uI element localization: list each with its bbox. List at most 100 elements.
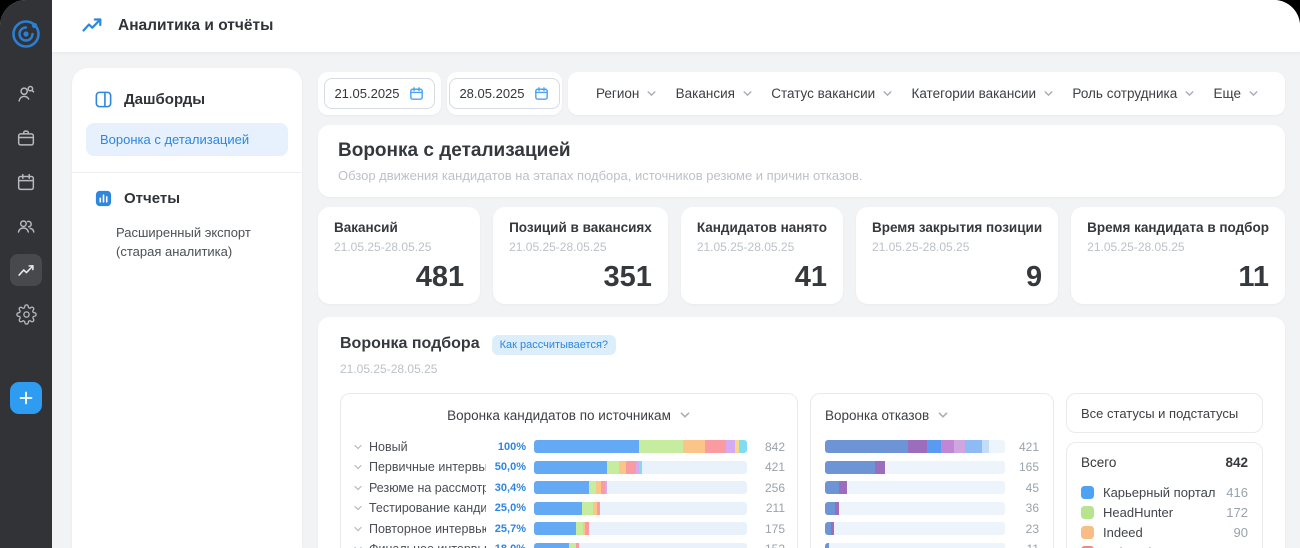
statuses-select[interactable]: Все статусы и подстатусы	[1066, 393, 1263, 433]
funnel-bar-segment	[576, 522, 584, 535]
funnel-bar-segment	[982, 440, 989, 453]
funnel-stage-count: 421	[1013, 440, 1039, 454]
funnel-stage-label: Резюме на рассмотрении	[369, 481, 486, 495]
source-legend-item: Карьерный портал416	[1081, 482, 1248, 502]
sidebar-item-calendar[interactable]	[10, 166, 42, 198]
source-legend-item: Indeed90	[1081, 522, 1248, 542]
funnel-row: 23	[825, 522, 1039, 535]
funnel-stage-count: 211	[755, 501, 785, 515]
funnel-bar-segment	[605, 481, 607, 494]
source-label: HeadHunter	[1103, 505, 1226, 520]
funnel-stage-count: 421	[755, 460, 785, 474]
funnel-bar-segment	[576, 543, 579, 548]
row-expand-chevron-icon[interactable]	[353, 544, 369, 548]
funnel-row: Финальное интервью18,0%152	[353, 543, 785, 548]
funnel-stage-count: 842	[755, 440, 785, 454]
row-expand-chevron-icon[interactable]	[353, 442, 369, 452]
app-logo-icon[interactable]	[8, 16, 44, 52]
kpi-value: 9	[1026, 261, 1042, 294]
funnel-stage-count: 11	[1013, 542, 1039, 548]
date-to-input[interactable]: 28.05.2025	[449, 78, 559, 109]
candidates-funnel-title[interactable]: Воронка кандидатов по источникам	[447, 408, 671, 423]
chevron-down-icon[interactable]	[679, 409, 691, 421]
funnel-bar-segment	[534, 543, 569, 548]
source-value: 416	[1226, 485, 1248, 500]
filter-employee-role[interactable]: Роль сотрудника	[1072, 86, 1195, 101]
sidebar-item-analytics[interactable]	[10, 254, 42, 286]
how-calculated-badge[interactable]: Как рассчитывается?	[492, 335, 616, 355]
kpi-value: 351	[603, 261, 651, 294]
funnel-bar-segment	[639, 440, 682, 453]
funnel-bar-segment	[626, 461, 635, 474]
sidebar-item-vacancies[interactable]	[10, 122, 42, 154]
funnel-stage-count: 165	[1013, 460, 1039, 474]
filter-more[interactable]: Еще	[1214, 86, 1259, 101]
kpi-value: 41	[795, 261, 827, 294]
source-label: Карьерный портал	[1103, 485, 1226, 500]
funnel-bar-segment	[534, 522, 576, 535]
funnel-bar-segment	[908, 440, 927, 453]
filter-region[interactable]: Регион	[596, 86, 657, 101]
funnel-stage-label: Повторное интервью	[369, 522, 486, 536]
funnel-row: Новый100%842	[353, 440, 785, 453]
sidebar-item-funnel-detail[interactable]: Воронка с детализацией	[86, 123, 288, 156]
nav-panel: Дашборды Воронка с детализацией Отчеты Р…	[72, 68, 302, 548]
chevron-down-icon[interactable]	[937, 409, 949, 421]
sidebar-item-team[interactable]	[10, 210, 42, 242]
filter-vacancy-categories[interactable]: Категории вакансии	[911, 86, 1054, 101]
funnel-stage-percent: 30,4%	[486, 482, 526, 494]
funnel-bar	[534, 481, 747, 494]
funnel-bar-segment	[839, 481, 847, 494]
sidebar-item-extended-export[interactable]: Расширенный экспорт (старая аналитика)	[86, 224, 271, 262]
sidebar-item-settings[interactable]	[10, 298, 42, 330]
funnel-stage-count: 152	[755, 542, 785, 548]
refusals-funnel-box: Воронка отказов 42116545362311	[810, 393, 1054, 548]
kpi-period: 21.05.25-28.05.25	[1087, 240, 1269, 254]
filter-bar: Регион Вакансия Статус вакансии Категори…	[568, 72, 1285, 115]
funnel-bar	[534, 461, 747, 474]
funnel-bar-segment	[825, 461, 875, 474]
trending-up-icon	[80, 14, 104, 38]
source-label: Rabota.by	[1103, 545, 1234, 548]
filter-vacancy-status[interactable]: Статус вакансии	[771, 86, 893, 101]
row-expand-chevron-icon[interactable]	[353, 524, 369, 534]
funnel-bar	[825, 543, 1005, 548]
row-expand-chevron-icon[interactable]	[353, 462, 369, 472]
source-value: 80	[1234, 545, 1248, 548]
row-expand-chevron-icon[interactable]	[353, 503, 369, 513]
kpi-period: 21.05.25-28.05.25	[872, 240, 1042, 254]
sources-legend: Карьерный портал416HeadHunter172Indeed90…	[1081, 482, 1248, 548]
funnel-bar-segment	[607, 461, 619, 474]
funnel-stage-percent: 25,0%	[486, 502, 526, 514]
funnel-stage-label: Новый	[369, 440, 486, 454]
filter-vacancy[interactable]: Вакансия	[676, 86, 753, 101]
sources-totals-box: Всего 842 Карьерный портал416HeadHunter1…	[1066, 442, 1263, 548]
sidebar-item-candidate-search[interactable]	[10, 78, 42, 110]
funnel-bar-segment	[825, 440, 908, 453]
funnel-section-card: Воронка подбора Как рассчитывается? 21.0…	[318, 317, 1285, 548]
funnel-bar-segment	[597, 502, 599, 515]
source-color-swatch	[1081, 526, 1094, 539]
candidates-funnel-rows: Новый100%842Первичные интервью с ...50,0…	[353, 440, 785, 548]
refusals-funnel-rows: 42116545362311	[825, 440, 1039, 548]
top-bar: Аналитика и отчёты	[52, 0, 1300, 52]
funnel-row: 36	[825, 502, 1039, 515]
funnel-row: Тестирование кандидата25,0%211	[353, 502, 785, 515]
kpi-label: Кандидатов нанято	[697, 220, 827, 235]
funnel-stage-percent: 25,7%	[486, 523, 526, 535]
kpi-card-candidate-time: Время кандидата в подбор 21.05.25-28.05.…	[1071, 207, 1285, 304]
funnel-bar-segment	[534, 461, 607, 474]
add-button[interactable]	[10, 382, 42, 414]
row-expand-chevron-icon[interactable]	[353, 483, 369, 493]
funnel-bar	[825, 440, 1005, 453]
candidates-funnel-box: Воронка кандидатов по источникам Новый10…	[340, 393, 798, 548]
source-value: 90	[1234, 525, 1248, 540]
funnel-stage-label: Финальное интервью	[369, 542, 486, 548]
nav-section-dashboards: Дашборды	[86, 90, 288, 109]
kpi-value: 11	[1238, 261, 1269, 294]
kpi-label: Время кандидата в подбор	[1087, 220, 1269, 235]
date-from-input[interactable]: 21.05.2025	[324, 78, 434, 109]
total-value: 842	[1225, 455, 1248, 470]
refusals-funnel-title[interactable]: Воронка отказов	[825, 408, 929, 423]
kpi-row: Вакансий 21.05.25-28.05.25 481 Позиций в…	[318, 207, 1285, 304]
